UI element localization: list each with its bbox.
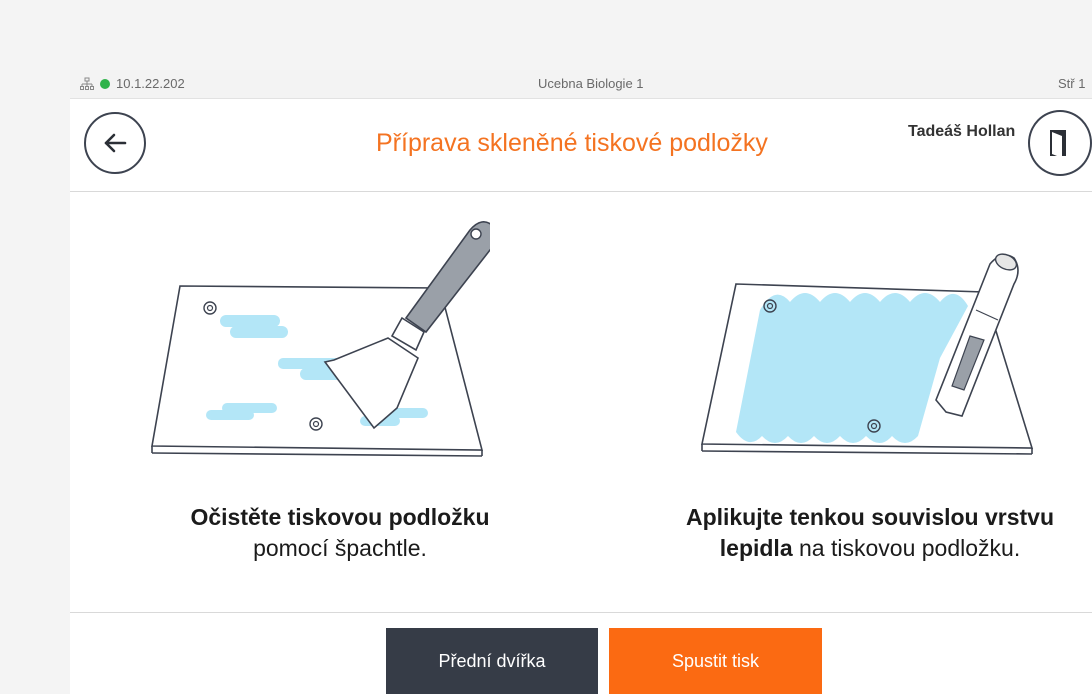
front-door-button[interactable]: Přední dvířka <box>386 628 598 694</box>
app-screen: 10.1.22.202 Ucebna Biologie 1 Stř 1 Příp… <box>70 70 1092 694</box>
room-name: Ucebna Biologie 1 <box>538 76 644 91</box>
arrow-left-icon <box>104 133 127 153</box>
day-time: Stř 1 <box>1058 76 1086 91</box>
step-2-bold-line1: Aplikujte tenkou souvislou vrstvu <box>685 504 1055 530</box>
network-icon <box>80 77 94 90</box>
logout-button[interactable] <box>1028 110 1092 176</box>
status-bar: 10.1.22.202 Ucebna Biologie 1 Stř 1 <box>70 70 1092 99</box>
back-button[interactable] <box>84 112 146 174</box>
online-status-dot <box>100 78 110 89</box>
step-1-normal: pomocí špachtle. <box>253 535 427 561</box>
page-header: Příprava skleněné tiskové podložky Tadeá… <box>70 99 1092 192</box>
glue-stick-illustration <box>701 253 1034 455</box>
footer-divider <box>70 612 1092 613</box>
ip-address: 10.1.22.202 <box>116 76 185 91</box>
status-left: 10.1.22.202 <box>80 76 185 91</box>
logout-icon <box>1050 130 1066 158</box>
step-1-text: Očistěte tiskovou podložku pomocí špacht… <box>120 502 560 564</box>
step-1-bold: Očistěte tiskovou podložku <box>190 504 490 530</box>
step-2-text: Aplikujte tenkou souvislou vrstvu lepidl… <box>640 502 1092 564</box>
spatula-cleaning-illustration <box>151 221 490 457</box>
page-title: Příprava skleněné tiskové podložky <box>376 129 768 157</box>
start-print-button[interactable]: Spustit tisk <box>609 628 822 694</box>
step-2-bold-line2: lepidla <box>719 535 793 561</box>
step-2-normal-line2: na tiskovou podložku. <box>792 535 1021 561</box>
user-name: Tadeáš Hollan <box>908 123 1016 140</box>
